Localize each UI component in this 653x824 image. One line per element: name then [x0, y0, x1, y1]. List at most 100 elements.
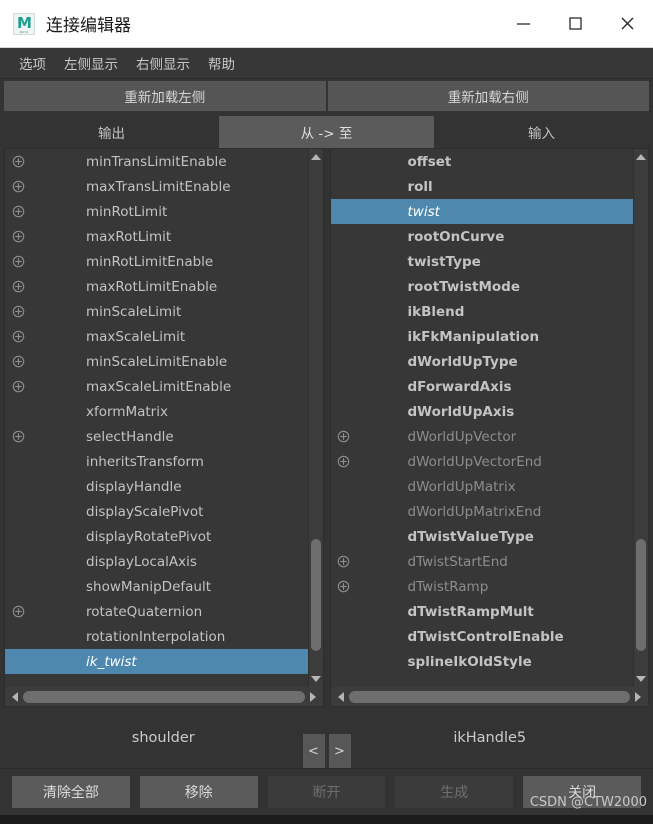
list-item[interactable]: displayHandle	[5, 474, 308, 499]
menu-item-options[interactable]: 选项	[10, 50, 55, 76]
right-attribute-list[interactable]: offset roll twist rootOnCurve twistType rootT…	[330, 149, 634, 687]
list-item[interactable]: ikFkManipulation	[331, 324, 634, 349]
right-horizontal-scrollbar[interactable]	[329, 687, 649, 707]
list-item[interactable]: minScaleLimitEnable	[5, 349, 308, 374]
left-scroll-up-arrow[interactable]	[309, 149, 323, 165]
list-item[interactable]: roll	[331, 174, 634, 199]
list-item[interactable]: rotationInterpolation	[5, 624, 308, 649]
reload-left-button[interactable]: 重新加载左侧	[4, 81, 326, 111]
close-dialog-button[interactable]: 关闭	[523, 776, 641, 808]
left-scroll-down-arrow[interactable]	[309, 671, 323, 687]
list-item[interactable]: dWorldUpAxis	[331, 399, 634, 424]
reload-right-button[interactable]: 重新加载右侧	[327, 81, 649, 111]
right-scroll-up-arrow[interactable]	[634, 149, 648, 165]
list-item[interactable]: dTwistControlEnable	[331, 624, 634, 649]
left-vertical-scrollbar[interactable]	[307, 149, 323, 687]
expand-plus-icon[interactable]	[331, 555, 357, 568]
right-scroll-left-arrow[interactable]	[333, 691, 349, 702]
left-attribute-list[interactable]: minTransLimitEnable maxTransLimitEnable mi…	[5, 149, 308, 687]
list-item[interactable]: minRotLimitEnable	[5, 249, 308, 274]
list-item[interactable]: rootOnCurve	[331, 224, 634, 249]
left-scroll-left-arrow[interactable]	[7, 691, 23, 702]
right-vertical-scrollbar[interactable]	[633, 149, 648, 687]
list-item[interactable]: dWorldUpType	[331, 349, 634, 374]
list-item[interactable]: dTwistRampMult	[331, 599, 634, 624]
list-item[interactable]: minScaleLimit	[5, 299, 308, 324]
expand-plus-icon[interactable]	[331, 430, 357, 443]
list-item[interactable]: maxTransLimitEnable	[5, 174, 308, 199]
remove-button[interactable]: 移除	[139, 776, 258, 808]
expand-plus-icon[interactable]	[5, 430, 31, 443]
expand-plus-icon[interactable]	[331, 580, 357, 593]
menu-item-left-display[interactable]: 左侧显示	[55, 50, 127, 76]
transfer-left-button[interactable]: <	[302, 734, 325, 768]
list-item[interactable]: xformMatrix	[5, 399, 308, 424]
list-item[interactable]: ik_twist	[5, 649, 308, 674]
expand-plus-icon[interactable]	[5, 155, 31, 168]
left-hscroll-thumb[interactable]	[23, 690, 305, 703]
right-vscroll-thumb[interactable]	[636, 539, 646, 651]
list-item[interactable]: dWorldUpMatrix	[331, 474, 634, 499]
tab-from-to[interactable]: 从 -> 至	[219, 116, 434, 148]
expand-plus-icon[interactable]	[5, 305, 31, 318]
left-vscroll-track[interactable]	[309, 165, 323, 671]
list-item[interactable]: displayRotatePivot	[5, 524, 308, 549]
transfer-right-button[interactable]: >	[328, 734, 351, 768]
list-item[interactable]: dWorldUpVectorEnd	[331, 449, 634, 474]
list-item[interactable]: maxScaleLimitEnable	[5, 374, 308, 399]
list-item[interactable]: offset	[331, 149, 634, 174]
expand-plus-icon[interactable]	[5, 605, 31, 618]
list-item[interactable]: inheritsTransform	[5, 449, 308, 474]
list-item-label: minRotLimitEnable	[86, 253, 214, 270]
list-item[interactable]: dWorldUpVector	[331, 424, 634, 449]
expand-plus-icon[interactable]	[5, 255, 31, 268]
right-scroll-right-arrow[interactable]	[630, 691, 646, 702]
right-scroll-down-arrow[interactable]	[634, 671, 648, 687]
list-item[interactable]: dTwistValueType	[331, 524, 634, 549]
list-item[interactable]: dWorldUpMatrixEnd	[331, 499, 634, 524]
list-item[interactable]: dTwistRamp	[331, 574, 634, 599]
expand-plus-icon[interactable]	[5, 380, 31, 393]
list-item-label: twist	[407, 203, 440, 220]
list-item[interactable]: maxRotLimit	[5, 224, 308, 249]
right-vscroll-track[interactable]	[634, 165, 648, 671]
clear-all-button[interactable]: 清除全部	[12, 776, 130, 808]
expand-plus-icon[interactable]	[331, 455, 357, 468]
list-item[interactable]: selectHandle	[5, 424, 308, 449]
list-item[interactable]: rotateQuaternion	[5, 599, 308, 624]
list-item[interactable]: maxRotLimitEnable	[5, 274, 308, 299]
maximize-button[interactable]	[549, 0, 601, 47]
list-item[interactable]: maxScaleLimit	[5, 324, 308, 349]
left-horizontal-scrollbar[interactable]	[4, 687, 324, 707]
list-item[interactable]: displayScalePivot	[5, 499, 308, 524]
expand-plus-icon[interactable]	[5, 180, 31, 193]
list-item[interactable]: showManipDefault	[5, 574, 308, 599]
list-item[interactable]: rootTwistMode	[331, 274, 634, 299]
menu-item-help[interactable]: 帮助	[199, 50, 244, 76]
list-item[interactable]: ikBlend	[331, 299, 634, 324]
right-hscroll-thumb[interactable]	[348, 690, 630, 703]
list-item[interactable]: splineIkOldStyle	[331, 649, 634, 674]
left-scroll-right-arrow[interactable]	[305, 691, 321, 702]
expand-plus-icon[interactable]	[5, 230, 31, 243]
tab-outputs[interactable]: 输出	[4, 116, 219, 148]
list-item[interactable]: minTransLimitEnable	[5, 149, 308, 174]
list-item[interactable]: dForwardAxis	[331, 374, 634, 399]
right-hscroll-track[interactable]	[348, 690, 630, 703]
list-item[interactable]: dTwistStartEnd	[331, 549, 634, 574]
left-hscroll-track[interactable]	[23, 690, 305, 703]
list-item[interactable]: displayLocalAxis	[5, 549, 308, 574]
list-item[interactable]: minRotLimit	[5, 199, 308, 224]
expand-plus-icon[interactable]	[5, 205, 31, 218]
expand-plus-icon[interactable]	[5, 280, 31, 293]
list-item[interactable]: twist	[330, 199, 633, 224]
left-vscroll-thumb[interactable]	[310, 539, 321, 651]
expand-plus-icon[interactable]	[5, 355, 31, 368]
tab-inputs[interactable]: 输入	[434, 116, 649, 148]
list-item[interactable]: twistType	[331, 249, 634, 274]
list-item-label: displayLocalAxis	[86, 553, 197, 570]
close-button[interactable]	[601, 0, 653, 47]
expand-plus-icon[interactable]	[5, 330, 31, 343]
minimize-button[interactable]	[497, 0, 549, 47]
menu-item-right-display[interactable]: 右侧显示	[127, 50, 199, 76]
